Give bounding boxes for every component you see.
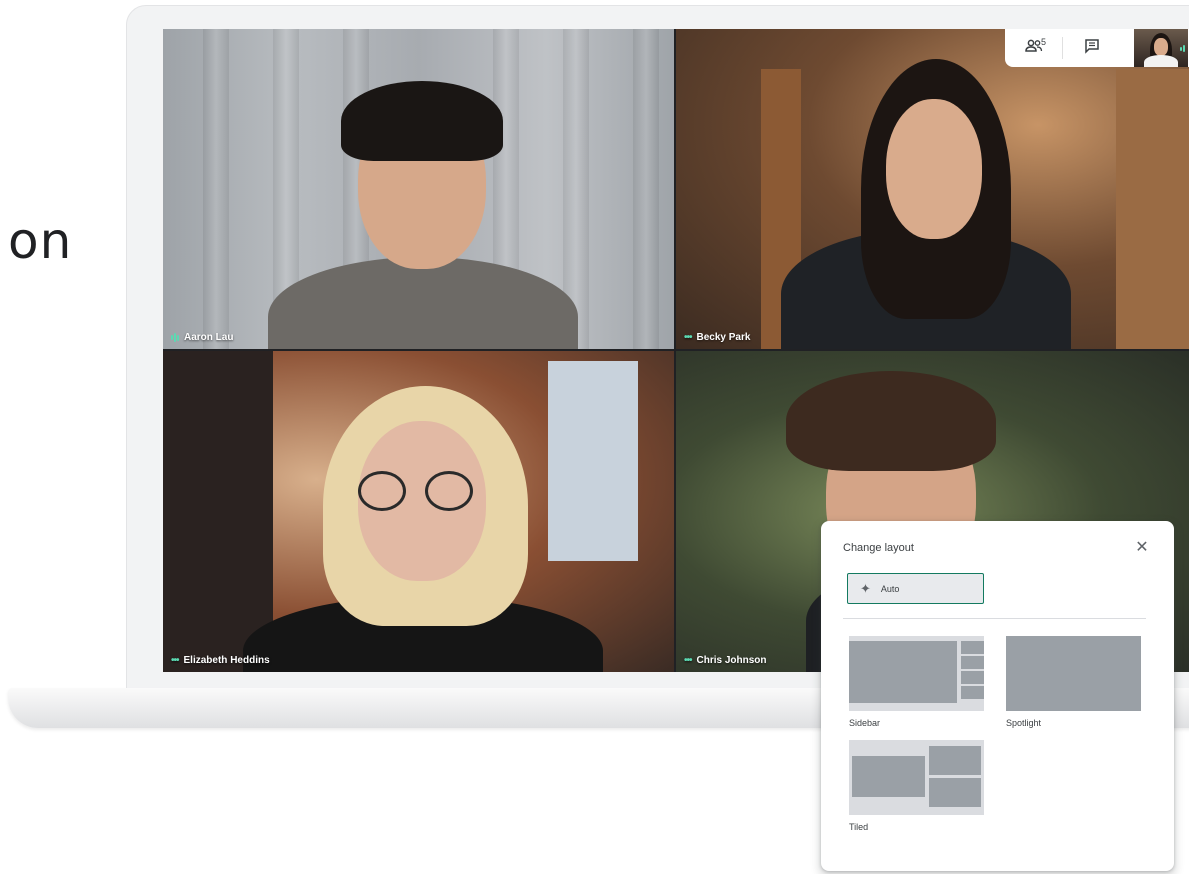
self-view-thumbnail[interactable] [1134,29,1188,67]
dialog-title: Change layout [843,542,914,554]
people-button[interactable]: 5 [1005,29,1062,67]
audio-level-icon [171,333,179,342]
muted-dots-icon: ••• [684,332,692,343]
spotlight-layout-preview [1006,636,1141,711]
self-audio-level-icon [1180,45,1185,52]
meeting-toolbar: 5 [1005,29,1189,67]
chat-button[interactable] [1063,29,1120,67]
people-count-badge: 5 [1041,37,1047,47]
participant-name: Chris Johnson [696,655,767,666]
layout-option-label: Tiled [849,822,869,832]
layout-option-spotlight[interactable]: Spotlight [1006,636,1141,728]
layout-option-label: Auto [880,583,900,594]
participant-name: Becky Park [696,332,751,343]
participant-tile-1[interactable]: Aaron Lau [163,29,674,349]
participant-name-tag: ••• Becky Park [684,332,750,343]
dialog-divider [843,618,1146,619]
sidebar-layout-preview [849,636,984,711]
people-icon [1024,39,1043,58]
layout-option-tiled[interactable]: Tiled [849,740,984,832]
sparkle-icon: ✦ [860,580,871,596]
change-layout-dialog: Change layout ✕ ✦ Auto Sidebar Spotlight… [821,521,1174,871]
participant-name: Aaron Lau [184,332,234,343]
layout-option-label: Sidebar [849,718,881,728]
page-side-text: on [8,212,73,270]
chat-icon [1084,38,1100,59]
tiled-layout-preview [849,740,984,815]
participant-name-tag: ••• Elizabeth Heddins [171,655,270,666]
muted-dots-icon: ••• [171,655,179,666]
participant-name: Elizabeth Heddins [183,655,270,666]
muted-dots-icon: ••• [684,655,692,666]
layout-option-sidebar[interactable]: Sidebar [849,636,984,728]
layout-option-label: Spotlight [1006,718,1042,728]
close-icon[interactable]: ✕ [1133,539,1151,557]
participant-name-tag: Aaron Lau [171,332,233,343]
participant-tile-2[interactable]: ••• Becky Park [676,29,1189,349]
participant-tile-3[interactable]: ••• Elizabeth Heddins [163,351,674,672]
layout-option-auto[interactable]: ✦ Auto [847,573,984,604]
participant-name-tag: ••• Chris Johnson [684,655,767,666]
